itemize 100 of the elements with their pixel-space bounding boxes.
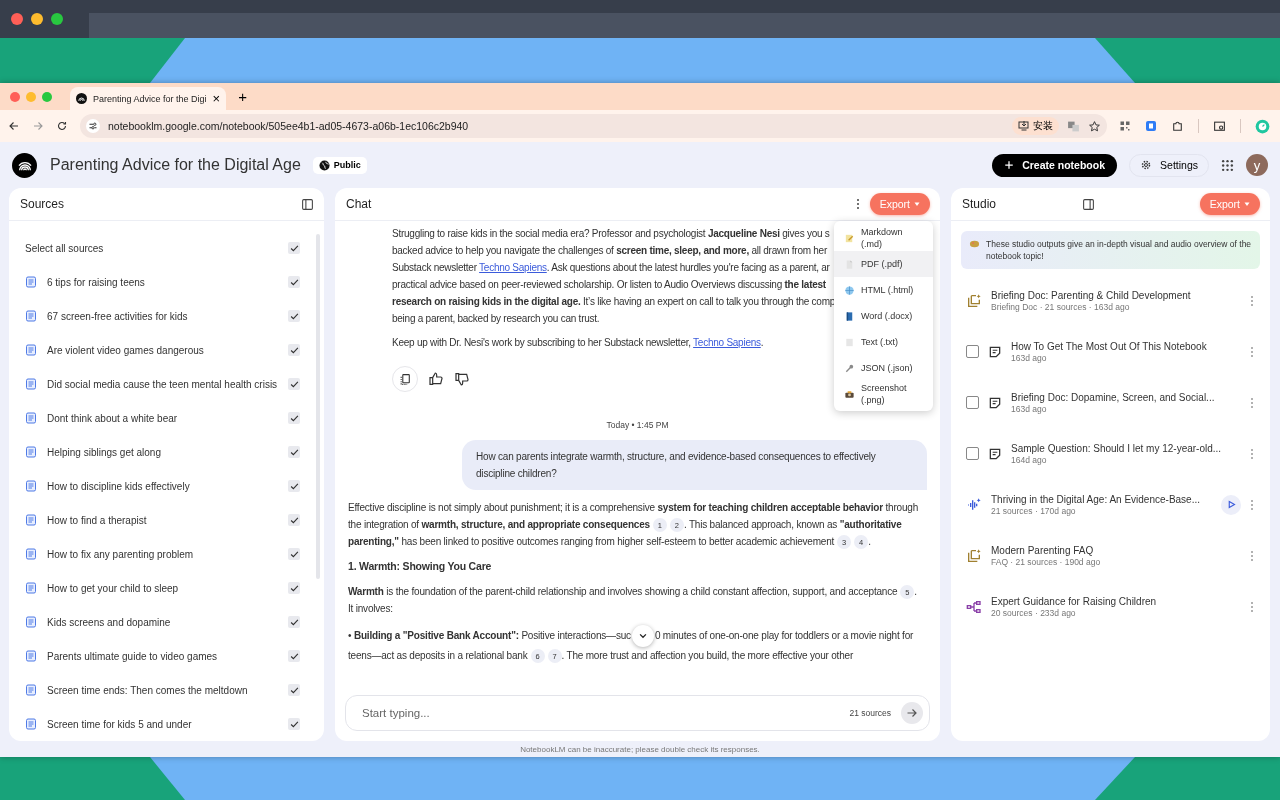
checkbox[interactable] <box>288 378 300 390</box>
checkbox[interactable] <box>288 616 300 628</box>
source-title[interactable]: 67 screen-free activities for kids <box>47 310 278 322</box>
check-icon <box>289 481 299 491</box>
account-avatar[interactable]: y <box>1246 154 1268 176</box>
chat-composer[interactable]: Start typing... 21 sources <box>345 695 930 731</box>
source-title[interactable]: Are violent video games dangerous <box>47 344 278 356</box>
copy-button[interactable] <box>392 366 418 392</box>
play-button[interactable] <box>1221 494 1241 515</box>
source-title[interactable]: Screen time for kids 5 and under <box>47 718 278 730</box>
item-title[interactable]: Sample Question: Should I let my 12-year-old... <box>1011 442 1241 454</box>
settings-button[interactable]: Settings <box>1129 153 1209 177</box>
address-bar[interactable]: notebooklm.google.com/notebook/505ee4b1-ad05-4673-a06b-1ec106c2b940 安装 <box>80 114 1107 138</box>
source-title[interactable]: Dont think about a white bear <box>47 412 278 424</box>
checkbox[interactable] <box>288 582 300 594</box>
notebook-title: Parenting Advice for the Digital Age <box>50 156 301 174</box>
source-document-icon <box>25 582 37 594</box>
source-title[interactable]: Kids screens and dopamine <box>47 616 278 628</box>
checkbox[interactable] <box>288 650 300 662</box>
checkbox[interactable] <box>288 276 300 288</box>
item-title[interactable]: Briefing Doc: Dopamine, Screen, and Social... <box>1011 391 1241 403</box>
checkbox[interactable] <box>288 412 300 424</box>
message-input[interactable]: Start typing... <box>360 706 840 720</box>
star-icon[interactable] <box>1088 119 1101 133</box>
maximize-window-button[interactable] <box>51 13 63 25</box>
translate-icon[interactable] <box>1067 119 1080 133</box>
apps-grid-icon[interactable] <box>1221 158 1234 172</box>
checkbox[interactable] <box>966 345 979 358</box>
thumbs-up-button[interactable] <box>428 371 444 387</box>
source-title[interactable]: How to find a therapist <box>47 514 278 526</box>
source-title[interactable]: How to get your child to sleep <box>47 582 278 594</box>
checkbox[interactable] <box>288 446 300 458</box>
link[interactable]: Techno Sapiens <box>693 337 761 348</box>
source-title[interactable]: Helping siblings get along <box>47 446 278 458</box>
document-sparkle-icon <box>966 547 982 564</box>
document-icon <box>844 258 855 270</box>
create-notebook-button[interactable]: Create notebook <box>992 153 1118 177</box>
checkbox[interactable] <box>288 684 300 696</box>
app-logo[interactable] <box>12 152 37 178</box>
close-window-button[interactable] <box>11 13 23 25</box>
audio-wave-icon <box>966 496 982 513</box>
menu-item[interactable]: Text (.txt) <box>834 329 933 355</box>
extension-square-icon[interactable] <box>1145 120 1157 132</box>
checkbox[interactable] <box>288 480 300 492</box>
browser-tab[interactable]: Parenting Advice for the Digi × <box>70 87 227 110</box>
checkbox[interactable] <box>288 548 300 560</box>
send-button[interactable] <box>901 702 923 724</box>
source-title[interactable]: Parents ultimate guide to video games <box>47 650 278 662</box>
checkbox[interactable] <box>288 344 300 356</box>
checkbox[interactable] <box>966 396 979 409</box>
source-title[interactable]: Did social media cause the teen mental health crisis <box>47 378 278 390</box>
check-icon <box>289 583 299 593</box>
minimize-window-button[interactable] <box>31 13 43 25</box>
new-tab-button[interactable]: + <box>238 88 247 105</box>
more-button[interactable] <box>855 198 860 210</box>
share-status-button[interactable]: Public <box>312 156 367 174</box>
item-title[interactable]: Thriving in the Digital Age: An Evidence-Base... <box>991 493 1212 505</box>
source-document-icon <box>25 514 37 526</box>
document-sparkle-icon <box>966 292 982 309</box>
check-icon <box>289 515 299 525</box>
checkbox[interactable] <box>288 718 300 730</box>
checkbox[interactable] <box>966 447 979 460</box>
source-document-icon <box>25 310 37 322</box>
qr-code-icon[interactable] <box>1119 120 1131 132</box>
note-icon <box>988 395 1002 410</box>
menu-item[interactable]: Word (.docx) <box>834 303 933 329</box>
reload-icon[interactable] <box>56 120 68 132</box>
source-title[interactable]: Screen time ends: Then comes the meltdown <box>47 684 278 696</box>
intro-text-line: Struggling to raise kids in the social media era? Professor and psychologist Jacqueline Nesi gives you s <box>392 227 830 241</box>
check-icon <box>289 549 299 559</box>
checkbox[interactable] <box>288 514 300 526</box>
forward-icon[interactable] <box>32 120 44 132</box>
tab-search-icon[interactable] <box>1213 119 1226 133</box>
checkbox[interactable] <box>288 242 300 254</box>
close-tab-button[interactable]: × <box>212 92 221 105</box>
item-title[interactable]: Modern Parenting FAQ <box>991 544 1241 556</box>
scroll-down-button[interactable] <box>631 625 654 647</box>
menu-item[interactable]: Markdown (.md) <box>834 225 933 251</box>
more-icon <box>855 198 860 210</box>
check-icon <box>289 277 299 287</box>
menu-item[interactable]: JSON (.json) <box>834 355 933 381</box>
link[interactable]: Techno Sapiens <box>479 262 547 273</box>
menu-item[interactable]: Screenshot (.png) <box>834 381 933 407</box>
menu-item[interactable]: PDF (.pdf) <box>834 251 933 277</box>
menu-item[interactable]: HTML (.html) <box>834 277 933 303</box>
checkbox[interactable] <box>288 310 300 322</box>
item-title[interactable]: Expert Guidance for Raising Children <box>991 595 1241 607</box>
source-title[interactable]: How to discipline kids effectively <box>47 480 278 492</box>
panel-toggle-icon[interactable] <box>1082 197 1095 211</box>
back-icon[interactable] <box>8 120 20 132</box>
mind-map-icon <box>966 598 982 615</box>
thumbs-down-button[interactable] <box>454 371 470 387</box>
check-icon <box>289 719 299 729</box>
puzzle-icon[interactable] <box>1171 119 1184 133</box>
source-title[interactable]: How to fix any parenting problem <box>47 548 278 560</box>
item-title[interactable]: Briefing Doc: Parenting & Child Development <box>991 289 1241 301</box>
source-title[interactable]: 6 tips for raising teens <box>47 276 278 288</box>
install-button[interactable]: 安装 <box>1012 117 1059 135</box>
sidebar-toggle-icon[interactable] <box>301 197 314 211</box>
item-title[interactable]: How To Get The Most Out Of This Notebook <box>1011 340 1241 352</box>
